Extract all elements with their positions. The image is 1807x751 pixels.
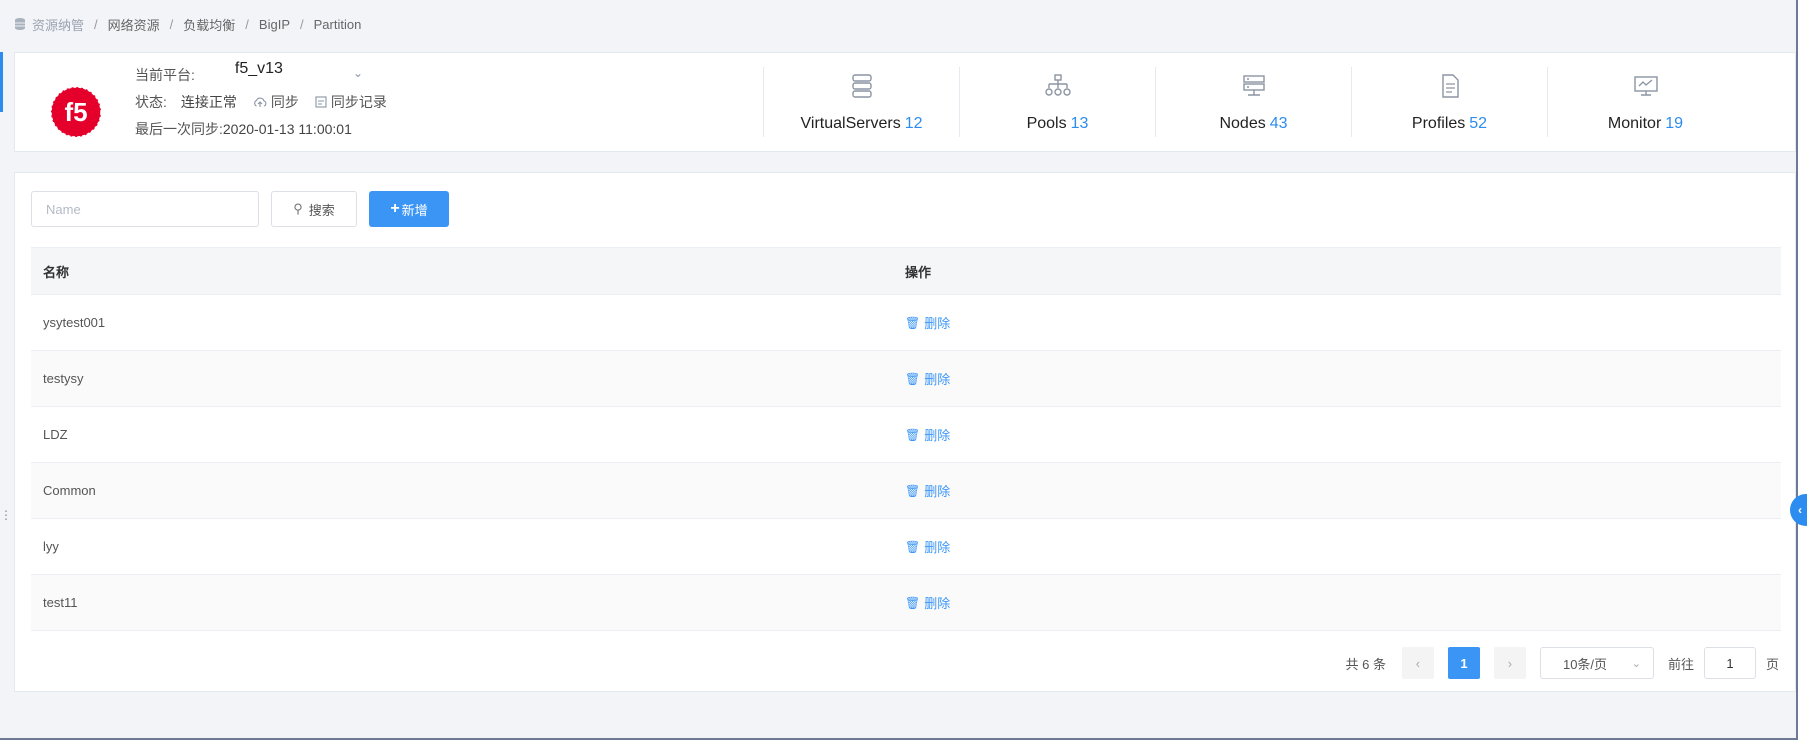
table-row: Common 🗑 删除	[31, 463, 1781, 519]
column-header-name: 名称	[43, 264, 70, 280]
platform-info: 当前平台: f5_v13 ⌄ 状态: 连接正常 同步 同步记录 最后一次同步: …	[135, 60, 387, 142]
log-icon	[315, 95, 327, 108]
last-sync-value: 2020-01-13 11:00:01	[222, 120, 352, 137]
left-accent-bar	[0, 52, 3, 112]
trash-icon: 🗑	[905, 595, 921, 610]
row-name: LDZ	[43, 427, 68, 442]
server-stack-icon	[851, 74, 872, 98]
add-button[interactable]: + 新增	[369, 191, 449, 227]
row-name: lyy	[43, 539, 59, 554]
status-value: 连接正常	[180, 93, 237, 110]
platform-selector[interactable]: f5_v13	[235, 60, 283, 78]
breadcrumb-item-network[interactable]: 网络资源	[108, 15, 160, 34]
chevron-left-icon: ‹	[1415, 655, 1421, 671]
breadcrumb-separator: /	[169, 16, 174, 32]
trash-icon: 🗑	[905, 427, 921, 442]
column-header-action: 操作	[905, 264, 932, 280]
chevron-icon: ‹	[1798, 503, 1802, 517]
goto-label: 前往	[1667, 656, 1694, 672]
page-suffix: 页	[1765, 656, 1779, 672]
last-sync-label: 最后一次同步:	[135, 120, 223, 137]
row-name: test11	[43, 595, 78, 610]
table-row: ysytest001 🗑 删除	[31, 295, 1781, 351]
table-row: lyy 🗑 删除	[31, 519, 1781, 575]
trash-icon: 🗑	[905, 539, 921, 554]
delete-button[interactable]: 🗑 删除	[905, 369, 950, 388]
sync-log-button[interactable]: 同步记录	[315, 92, 387, 112]
pagination: 共 6 条 ‹ 1 › 10条/页 ⌄ 前往 页	[1345, 647, 1779, 679]
trash-icon: 🗑	[905, 483, 921, 498]
database-icon	[15, 18, 25, 30]
breadcrumb-item-loadbalance[interactable]: 负载均衡	[183, 15, 235, 34]
stat-monitor[interactable]: Monitor 19	[1547, 67, 1743, 137]
trash-icon: 🗑	[905, 315, 921, 330]
delete-button[interactable]: 🗑 删除	[905, 537, 950, 556]
delete-button[interactable]: 🗑 删除	[905, 593, 950, 612]
prev-page-button[interactable]: ‹	[1401, 647, 1434, 679]
breadcrumb-separator: /	[245, 16, 249, 32]
table-row: test11 🗑 删除	[31, 575, 1781, 631]
row-name: testysy	[43, 371, 84, 386]
sync-button[interactable]: 同步	[253, 92, 299, 112]
plus-icon: +	[390, 200, 400, 217]
partition-table: 名称 操作 ysytest001 🗑 删除 testysy 🗑 删除 LDZ 🗑 删除…	[31, 247, 1781, 631]
cloud-upload-icon	[254, 97, 267, 107]
table-header: 名称 操作	[31, 247, 1781, 295]
stat-profiles[interactable]: Profiles 52	[1351, 67, 1547, 137]
breadcrumb: 资源纳管 / 网络资源 / 负载均衡 / BigIP / Partition	[14, 12, 361, 36]
breadcrumb-separator: /	[94, 16, 98, 32]
stat-virtualservers[interactable]: VirtualServers 12	[763, 67, 959, 137]
stat-pools[interactable]: Pools 13	[959, 67, 1155, 137]
chevron-down-icon: ⌄	[1631, 657, 1641, 670]
row-name: Common	[43, 483, 96, 498]
drag-handle-icon[interactable]: ⋮	[0, 509, 12, 521]
page-size-select[interactable]: 10条/页 ⌄	[1539, 647, 1654, 679]
page-number-button[interactable]: 1	[1447, 647, 1480, 679]
current-platform-label: 当前平台:	[135, 66, 195, 83]
partition-list-card: ⚲ 搜索 + 新增 名称 操作 ysytest001 🗑删除 testysy 🗑…	[14, 172, 1796, 692]
breadcrumb-separator: /	[300, 16, 304, 32]
row-name: ysytest001	[43, 315, 106, 330]
stats-bar: VirtualServers 12 Pools 13 Nodes 43 Profile…	[763, 67, 1743, 137]
delete-button[interactable]: 🗑 删除	[905, 313, 950, 332]
stat-nodes[interactable]: Nodes 43	[1155, 67, 1351, 137]
table-row: LDZ 🗑 删除	[31, 407, 1781, 463]
breadcrumb-item-partition: Partition	[313, 16, 362, 32]
app-frame: 资源纳管 / 网络资源 / 负载均衡 / BigIP / Partition f…	[0, 0, 1798, 740]
delete-button[interactable]: 🗑 删除	[905, 481, 950, 500]
search-icon: ⚲	[293, 201, 303, 216]
breadcrumb-item-bigip[interactable]: BigIP	[259, 17, 290, 32]
chevron-right-icon: ›	[1507, 655, 1513, 671]
f5-logo: f5	[50, 86, 102, 138]
name-search-input[interactable]	[31, 191, 259, 227]
next-page-button[interactable]: ›	[1493, 647, 1526, 679]
trash-icon: 🗑	[905, 371, 921, 386]
hierarchy-icon	[1044, 74, 1071, 96]
pagination-total: 共 6 条	[1345, 656, 1386, 672]
platform-card: f5 当前平台: f5_v13 ⌄ 状态: 连接正常 同步 同步记录 最后一次同…	[14, 52, 1796, 152]
node-server-icon	[1242, 75, 1265, 96]
goto-page-input[interactable]	[1703, 647, 1756, 679]
document-icon	[1441, 74, 1459, 98]
svg-text:f5: f5	[64, 97, 87, 127]
chevron-down-icon[interactable]: ⌄	[353, 66, 363, 80]
search-button[interactable]: ⚲ 搜索	[271, 191, 357, 227]
table-row: testysy 🗑 删除	[31, 351, 1781, 407]
status-label: 状态:	[135, 93, 167, 110]
delete-button[interactable]: 🗑 删除	[905, 425, 950, 444]
monitor-icon	[1633, 76, 1658, 96]
breadcrumb-item-resource[interactable]: 资源纳管	[14, 15, 84, 34]
